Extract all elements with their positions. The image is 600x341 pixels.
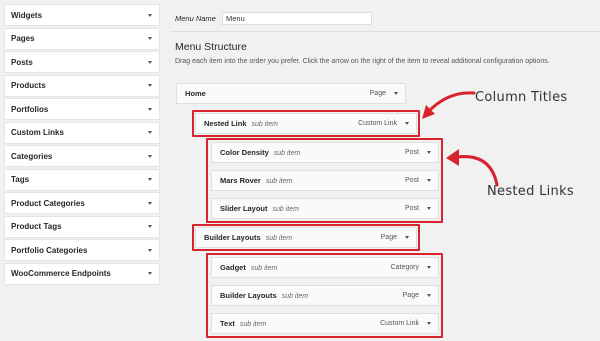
triangle-down-icon[interactable] [148,201,152,205]
sidebar-item-label: Products [11,81,46,90]
triangle-down-icon[interactable] [148,154,152,158]
menu-item-title: Color Density [220,148,269,157]
triangle-down-icon[interactable] [148,13,152,17]
triangle-down-icon[interactable] [427,151,431,154]
triangle-down-icon[interactable] [148,225,152,228]
menu-item-sub: sub item [250,265,278,272]
sidebar-item-woocommerce-endpoints[interactable]: WooCommerce Endpoints [4,262,160,285]
sidebar-item-label: Categories [11,151,53,161]
menu-item-type: Custom Link [358,120,397,127]
menu-item-title: Slider Layout [220,204,268,213]
triangle-down-icon[interactable] [394,92,398,95]
menu-item-color-density[interactable]: Color Density sub item Post [211,142,439,163]
triangle-down-icon[interactable] [427,322,431,325]
menu-item-type: Post [404,149,419,156]
sidebar-item-products[interactable]: Products [4,74,160,97]
menu-item-title: Gadget [220,263,246,272]
add-menu-items-panel: Widgets Pages Posts Products Portfolios … [4,4,160,286]
menu-item-sub: sub item [281,293,309,300]
menu-item-title: Home [185,89,206,98]
menu-item-sub: sub item [273,150,301,157]
menu-item-sub: sub item [265,178,293,185]
menu-item-builder-layouts[interactable]: Builder Layouts sub item Page [195,227,417,248]
sidebar-item-label: WooCommerce Endpoints [11,269,111,278]
menu-item-type: Category [390,264,419,271]
menu-item-sub: sub item [272,206,299,213]
sidebar-item-custom-links[interactable]: Custom Links [4,121,160,144]
menu-item-title: Text [220,319,235,328]
menu-item-title: Builder Layouts [220,291,277,300]
triangle-down-icon[interactable] [427,266,431,269]
menu-item-type: Page [402,292,419,299]
triangle-down-icon[interactable] [405,122,409,125]
menu-item-title: Nested Link [204,119,247,128]
menu-item-type: Page [380,234,397,241]
sidebar-item-categories[interactable]: Categories [4,145,160,167]
sidebar-item-pages[interactable]: Pages [4,27,160,50]
menu-item-sub: sub item [239,321,267,328]
sidebar-item-label: Pages [11,34,35,43]
sidebar-item-product-categories[interactable]: Product Categories [4,192,160,214]
menu-item-nested-link[interactable]: Nested Link sub item Custom Link [195,113,417,134]
menu-item-home[interactable]: Home Page [176,83,406,104]
menu-item-sub: sub item [251,121,278,128]
triangle-down-icon[interactable] [405,236,409,239]
menu-item-type: Post [404,177,419,184]
menu-item-builder-layouts-2[interactable]: Builder Layouts sub item Page [211,285,439,306]
sidebar-item-tags[interactable]: Tags [4,168,160,191]
sidebar-item-label: Custom Links [11,128,64,137]
triangle-down-icon[interactable] [148,178,152,181]
divider [170,31,600,32]
menu-item-title: Mars Rover [220,176,261,185]
sidebar-item-product-tags[interactable]: Product Tags [4,215,160,238]
triangle-down-icon[interactable] [427,179,431,182]
menu-name-label: Menu Name [175,14,216,23]
triangle-down-icon[interactable] [148,248,152,252]
sidebar-item-label: Widgets [11,10,43,20]
menu-item-slider-layout[interactable]: Slider Layout sub item Post [211,198,439,219]
triangle-down-icon[interactable] [148,84,152,87]
menu-item-mars-rover[interactable]: Mars Rover sub item Post [211,170,439,191]
sidebar-item-portfolios[interactable]: Portfolios [4,98,160,120]
menu-item-type: Page [369,90,386,97]
sidebar-item-label: Tags [11,175,30,184]
annotation-nested-links: Nested Links [487,184,574,199]
triangle-down-icon[interactable] [148,107,152,111]
menu-structure-title: Menu Structure [175,41,247,53]
menu-name-input[interactable] [222,12,372,25]
sidebar-item-label: Product Categories [11,198,85,208]
sidebar-item-label: Portfolio Categories [11,245,88,255]
triangle-down-icon[interactable] [148,37,152,40]
sidebar-item-widgets[interactable]: Widgets [4,4,160,26]
triangle-down-icon[interactable] [148,131,152,134]
menu-structure-description: Drag each item into the order you prefer… [175,58,550,65]
triangle-down-icon[interactable] [148,60,152,64]
menu-item-type: Custom Link [380,320,419,327]
menu-item-text[interactable]: Text sub item Custom Link [211,313,439,334]
menu-name-row: Menu Name [175,12,372,25]
sidebar-item-label: Product Tags [11,222,62,231]
sidebar-item-posts[interactable]: Posts [4,51,160,73]
menu-item-gadget[interactable]: Gadget sub item Category [211,257,439,278]
sidebar-item-portfolio-categories[interactable]: Portfolio Categories [4,239,160,261]
menu-item-type: Post [404,205,419,212]
triangle-down-icon[interactable] [148,272,152,275]
sidebar-item-label: Portfolios [11,104,49,114]
curved-arrow-icon [422,91,476,119]
sidebar-item-label: Posts [11,57,33,67]
triangle-down-icon[interactable] [427,294,431,297]
menu-item-sub: sub item [265,235,293,242]
curved-arrow-icon [446,149,499,187]
menu-item-title: Builder Layouts [204,233,261,242]
annotation-column-titles: Column Titles [475,90,568,105]
triangle-down-icon[interactable] [427,207,431,210]
